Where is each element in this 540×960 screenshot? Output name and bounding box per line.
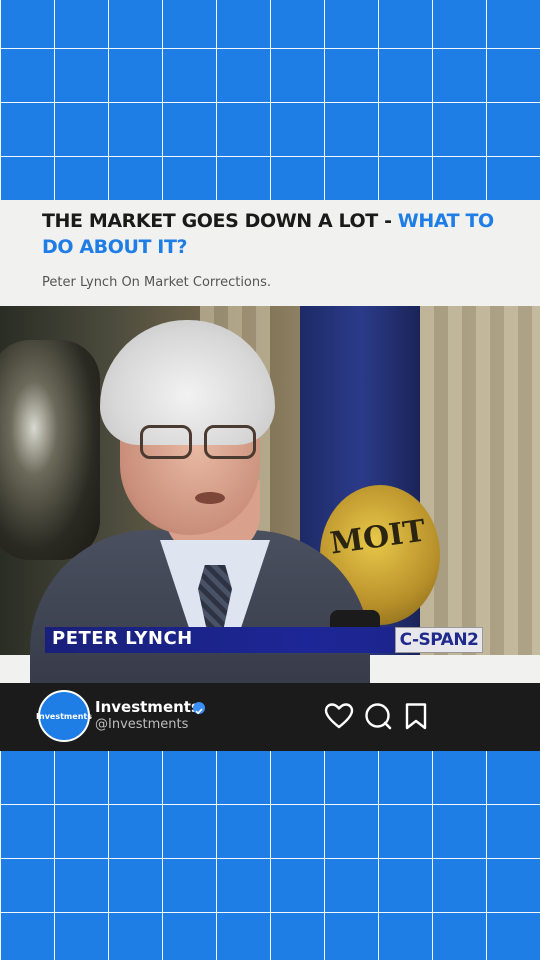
- post-headline: THE MARKET GOES DOWN A LOT - WHAT TO DO …: [42, 208, 522, 260]
- avatar-text: Investments: [36, 711, 92, 721]
- curtain-background-right: [420, 306, 540, 655]
- avatar[interactable]: Investments: [36, 690, 92, 742]
- bookmark-icon[interactable]: [401, 702, 431, 730]
- account-name[interactable]: Investments: [95, 698, 200, 716]
- lamp-background: [0, 340, 100, 560]
- account-handle[interactable]: @Investments: [95, 717, 188, 732]
- glasses-icon: [140, 425, 270, 461]
- heart-icon[interactable]: [324, 702, 354, 730]
- comment-icon[interactable]: [363, 702, 393, 730]
- post-subtitle: Peter Lynch On Market Corrections.: [42, 275, 272, 290]
- headline-main: THE MARKET GOES DOWN A LOT -: [42, 210, 398, 232]
- channel-bug: C-SPAN2: [395, 627, 483, 653]
- lower-third-name: PETER LYNCH: [52, 628, 193, 649]
- verified-icon: [193, 702, 205, 715]
- speaker-mouth: [195, 492, 225, 504]
